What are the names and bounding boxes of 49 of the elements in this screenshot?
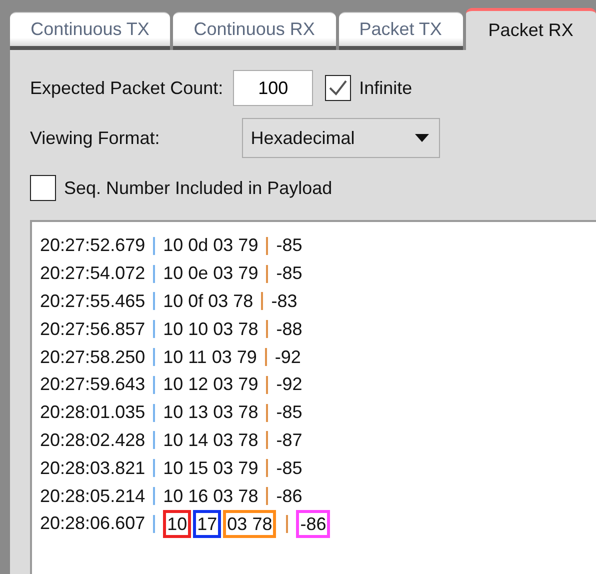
timestamp: 20:27:54.072 [40,263,146,284]
field-label: Viewing Format: [30,128,160,148]
timestamp: 20:28:03.821 [40,458,146,479]
payload-bytes: 10 13 03 78 [163,402,258,424]
tab[interactable]: Packet RX [466,8,596,50]
payload-bytes: 10 12 03 79 [163,374,258,396]
payload-bytes: 10 14 03 78 [163,430,258,451]
timestamp: 20:27:58.250 [40,346,146,368]
timestamp: 20:28:02.428 [40,430,146,451]
rssi-value: -83 [271,290,298,312]
rssi-value: -85 [276,458,302,479]
payload-bytes: 10 16 03 78 [163,486,258,507]
payload-bytes: 10 11 03 79 [163,346,257,368]
tab[interactable]: Packet TX [338,12,463,50]
highlighted-bytes: 17 [193,510,222,538]
rssi-value: -92 [274,346,301,368]
timestamp: 20:27:52.679 [40,235,146,256]
payload-bytes: 10 0d 03 79 [163,235,258,256]
field-label: Expected Packet Count: [30,78,224,98]
rssi-value: -87 [276,430,302,451]
format-dropdown[interactable]: Hexadecimal [242,118,440,158]
tab[interactable]: Continuous TX [10,12,170,50]
caret-icon [414,134,429,142]
timestamp: 20:28:06.607 [40,513,146,534]
rssi-value: -85 [276,235,302,256]
tab[interactable]: Continuous RX [173,12,336,50]
payload-bytes: 10 0f 03 78 [163,290,254,312]
checkbox-label: Infinite [359,78,412,98]
highlighted-rssi: -86 [296,510,330,538]
highlighted-bytes: 03 78 [223,510,276,538]
payload-bytes: 10 0e 03 79 [163,263,258,284]
timestamp: 20:28:05.214 [40,486,146,507]
timestamp: 20:28:01.035 [40,402,146,424]
timestamp: 20:27:59.643 [40,374,146,396]
rssi-value: -85 [276,263,302,284]
checkbox[interactable] [30,175,56,201]
highlighted-bytes: 10 [163,510,192,538]
rssi-value: -92 [276,374,302,396]
input-field[interactable]: 100 [233,70,314,106]
rssi-value: -85 [276,402,302,424]
check-icon [328,79,348,97]
timestamp: 20:27:55.465 [40,290,146,312]
rssi-value: -88 [276,318,302,340]
timestamp: 20:27:56.857 [40,318,146,340]
checkbox-label: Seq. Number Included in Payload [64,178,332,198]
payload-bytes: 10 10 03 78 [163,318,258,340]
rssi-value: -86 [276,486,302,507]
checkbox[interactable] [325,75,352,101]
payload-bytes: 10 15 03 79 [163,458,258,479]
